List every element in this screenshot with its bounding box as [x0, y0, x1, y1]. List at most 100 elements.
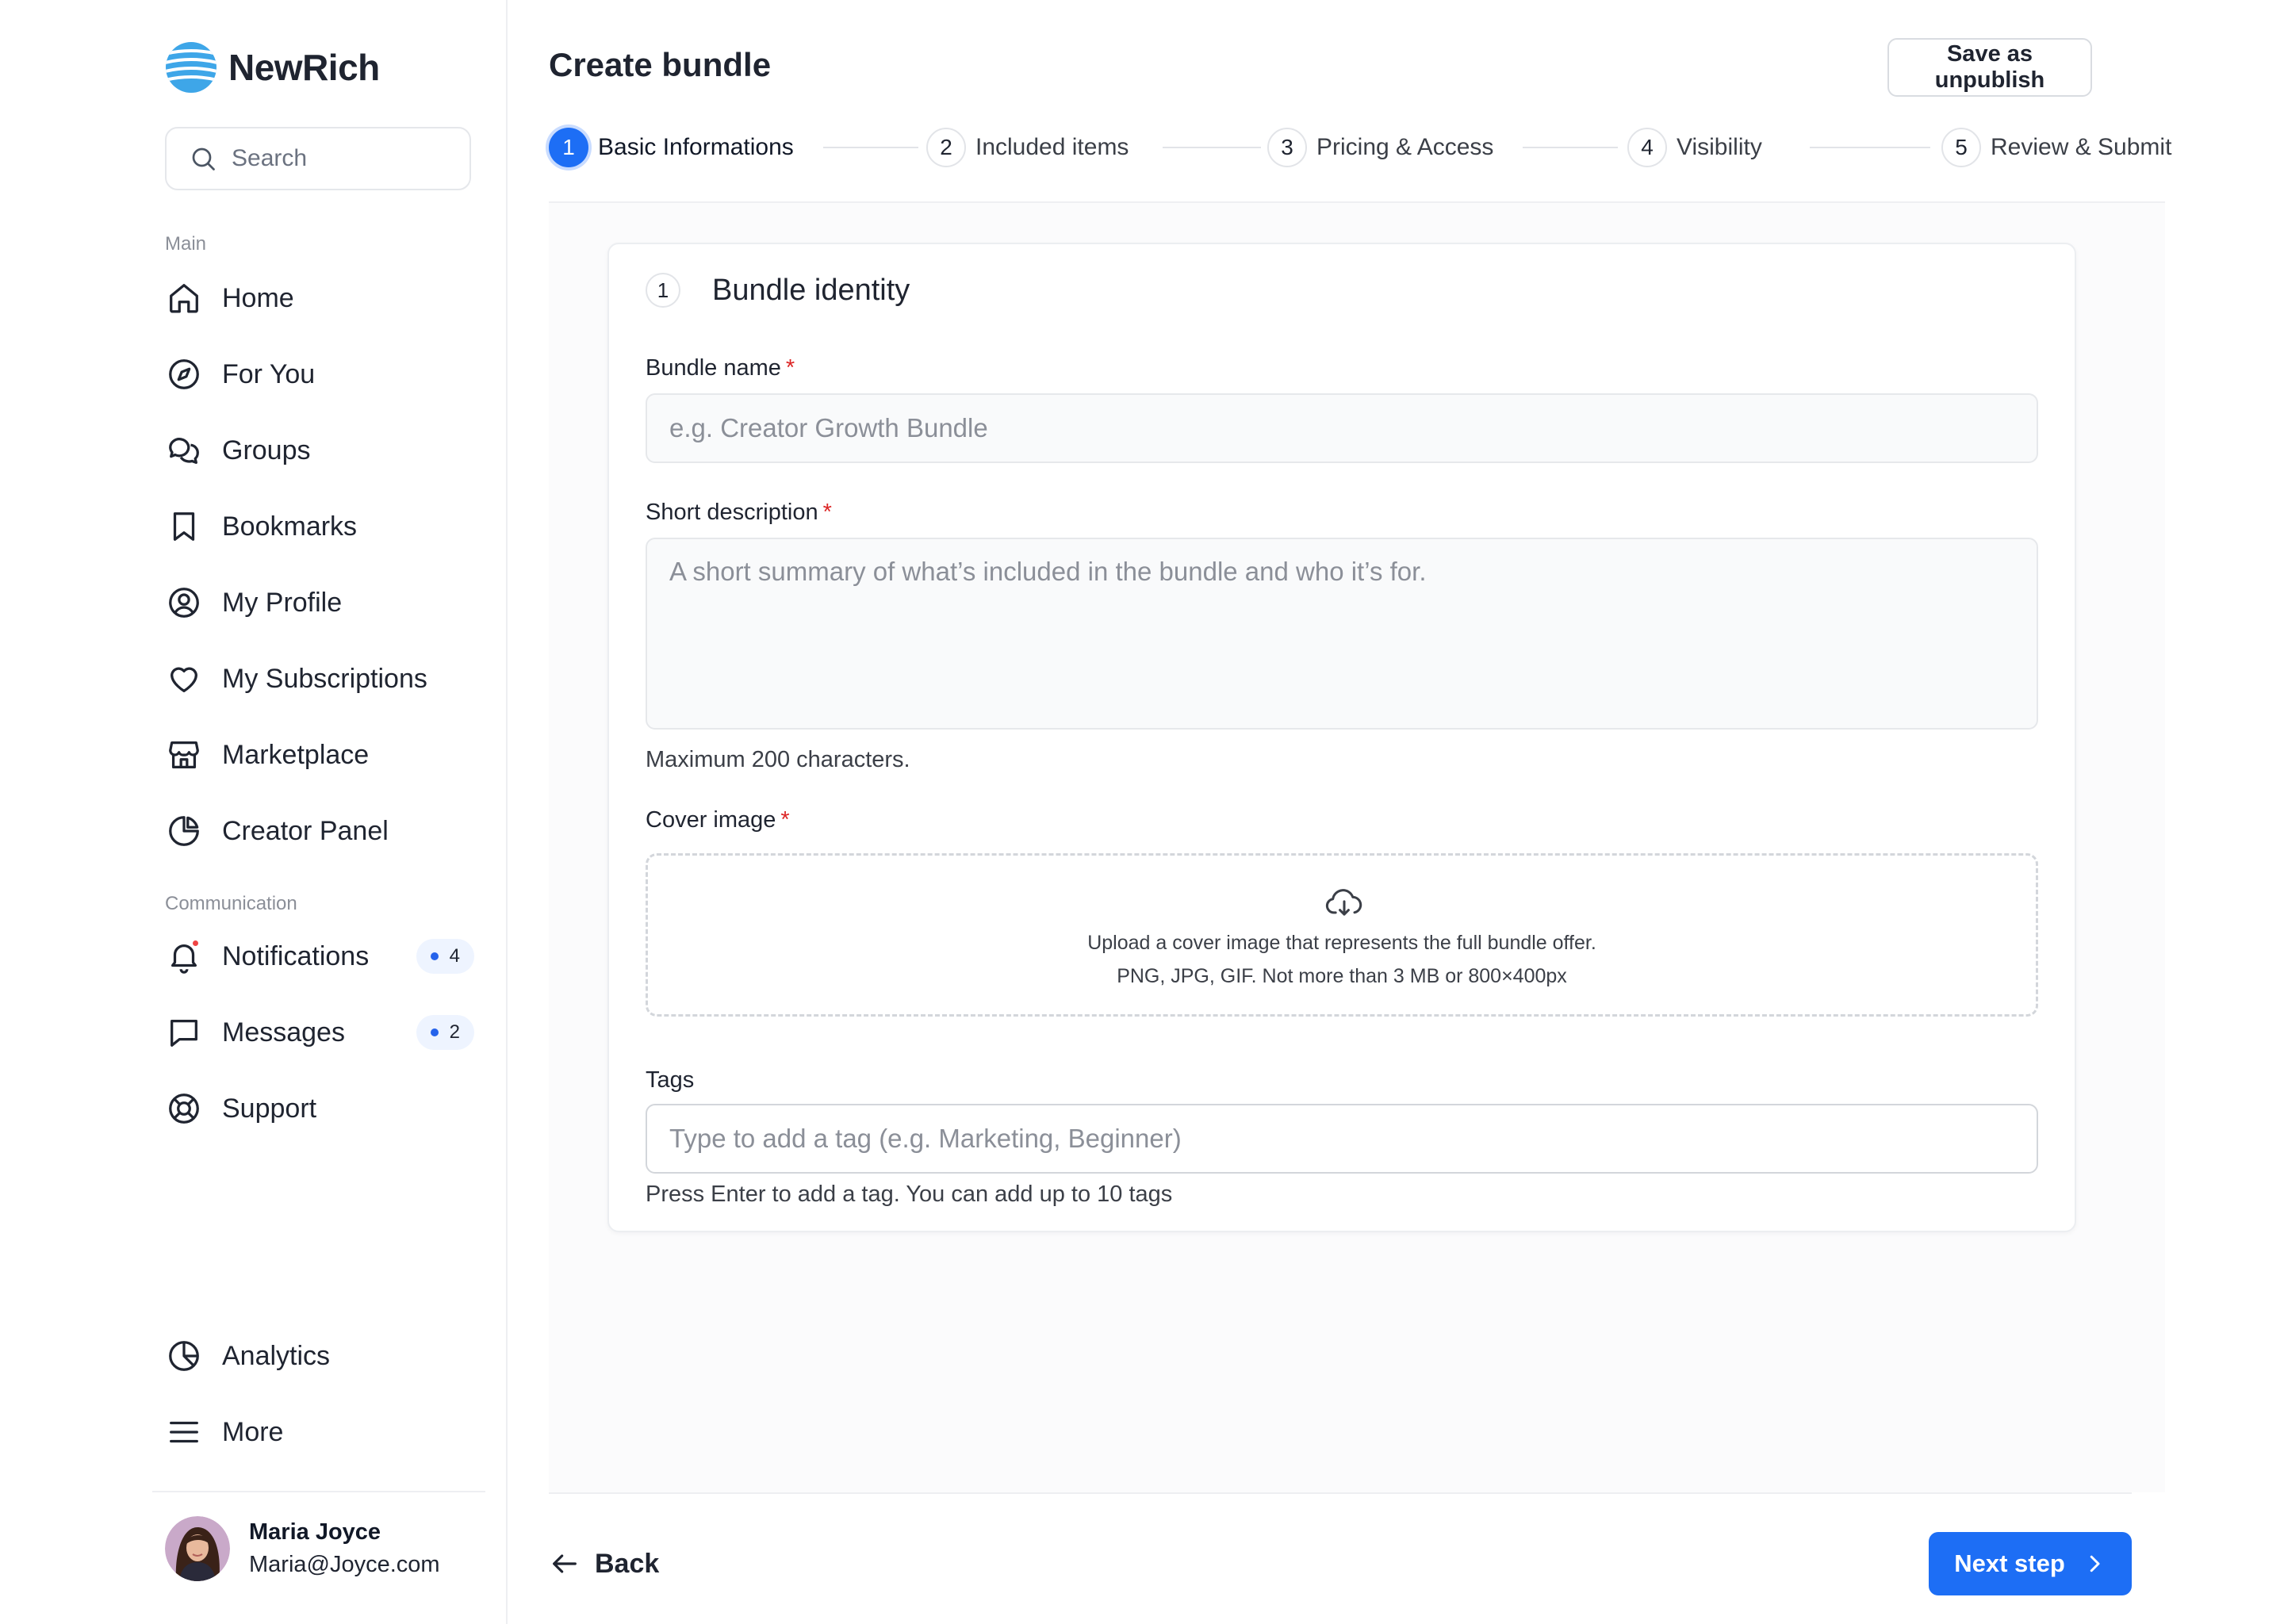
chat-bubbles-icon [165, 431, 203, 469]
step-number: 3 [1267, 128, 1307, 167]
arrow-left-icon [553, 1554, 577, 1573]
save-as-unpublish-button[interactable]: Save as unpublish [1887, 38, 2092, 97]
sidebar-item-label: For You [222, 358, 316, 389]
next-step-label: Next step [1954, 1549, 2065, 1577]
back-button-label: Back [595, 1548, 660, 1579]
sidebar: NewRich Main Home For You Groups Bookmar… [0, 0, 508, 1624]
sidebar-item-label: Support [222, 1093, 317, 1124]
step-basic-informations[interactable]: 1 Basic Informations [549, 127, 794, 168]
sidebar-item-support[interactable]: Support [165, 1085, 474, 1132]
step-label: Pricing & Access [1316, 134, 1494, 160]
user-name: Maria Joyce [249, 1519, 381, 1545]
step-label: Included items [975, 134, 1129, 160]
sidebar-item-label: Marketplace [222, 739, 370, 770]
sidebar-item-home[interactable]: Home [165, 274, 474, 322]
step-number: 5 [1941, 128, 1981, 167]
sidebar-item-my-profile[interactable]: My Profile [165, 579, 474, 626]
user-profile[interactable]: Maria Joyce Maria@Joyce.com [165, 1516, 440, 1581]
back-button[interactable]: Back [549, 1540, 659, 1588]
step-connector [1810, 147, 1930, 148]
card-title: Bundle identity [712, 273, 910, 307]
chevron-right-icon [2090, 1555, 2100, 1572]
required-mark: * [780, 807, 790, 833]
bundle-identity-card: 1 Bundle identity Bundle name* Short des… [607, 243, 2076, 1232]
message-icon [165, 1013, 203, 1051]
sidebar-item-label: My Profile [222, 587, 343, 618]
sidebar-item-groups[interactable]: Groups [165, 427, 474, 474]
badge-count: 4 [449, 945, 460, 967]
section-label-main: Main [165, 233, 207, 255]
heart-icon [165, 660, 203, 698]
sidebar-item-notifications[interactable]: Notifications 4 [165, 933, 474, 980]
sidebar-item-for-you[interactable]: For You [165, 350, 474, 398]
app-name: NewRich [228, 47, 380, 88]
form-content-area: 1 Bundle identity Bundle name* Short des… [549, 201, 2165, 1492]
stepper: 1 Basic Informations 2 Included items 3 … [549, 127, 2171, 168]
compass-icon [165, 355, 203, 393]
step-connector [1523, 147, 1618, 148]
step-label: Visibility [1677, 134, 1762, 160]
sidebar-divider [152, 1491, 485, 1492]
cover-image-label-text: Cover image [646, 807, 776, 833]
tags-label: Tags [646, 1067, 695, 1093]
short-description-label: Short description * [646, 500, 832, 526]
short-description-textarea[interactable] [646, 538, 2038, 730]
page-title: Create bundle [549, 46, 772, 83]
avatar[interactable] [165, 1516, 230, 1581]
sidebar-item-label: Home [222, 282, 294, 313]
search-input[interactable] [232, 145, 454, 172]
badge-dot [430, 952, 439, 960]
search-icon [192, 147, 215, 170]
bundle-name-label: Bundle name * [646, 355, 795, 381]
step-number: 1 [549, 128, 588, 167]
dropzone-instruction: Upload a cover image that represents the… [1087, 932, 1596, 954]
step-pricing-access[interactable]: 3 Pricing & Access [1267, 127, 1493, 168]
required-mark: * [822, 500, 832, 525]
tags-hint: Press Enter to add a tag. You can add up… [646, 1182, 1173, 1207]
notification-dot [191, 939, 200, 948]
card-step-number: 1 [646, 273, 680, 308]
section-label-communication: Communication [165, 893, 297, 914]
badge-dot [430, 1028, 439, 1036]
sidebar-item-analytics[interactable]: Analytics [165, 1332, 474, 1380]
description-hint: Maximum 200 characters. [646, 747, 910, 772]
logo-globe-icon [166, 42, 217, 93]
step-label: Basic Informations [598, 134, 794, 160]
sidebar-item-label: Notifications [222, 940, 370, 971]
sidebar-item-bookmarks[interactable]: Bookmarks [165, 503, 474, 550]
pie-chart-icon [165, 812, 203, 850]
sidebar-item-label: Groups [222, 435, 311, 465]
messages-count-badge: 2 [416, 1015, 474, 1050]
bundle-name-input[interactable] [646, 393, 2038, 463]
user-circle-icon [165, 584, 203, 622]
sidebar-item-label: My Subscriptions [222, 663, 427, 694]
search-box[interactable] [165, 127, 471, 190]
step-review-submit[interactable]: 5 Review & Submit [1941, 127, 2171, 168]
sidebar-item-label: Creator Panel [222, 815, 389, 846]
sidebar-item-creator-panel[interactable]: Creator Panel [165, 807, 474, 855]
cover-image-dropzone[interactable]: Upload a cover image that represents the… [646, 853, 2038, 1017]
bookmark-icon [165, 508, 203, 546]
step-connector [823, 147, 918, 148]
analytics-icon [165, 1337, 203, 1375]
tags-input[interactable] [646, 1104, 2038, 1174]
sidebar-item-messages[interactable]: Messages 2 [165, 1009, 474, 1056]
app-logo[interactable]: NewRich [165, 41, 380, 94]
step-included-items[interactable]: 2 Included items [926, 127, 1129, 168]
step-visibility[interactable]: 4 Visibility [1627, 127, 1762, 168]
step-number: 4 [1627, 128, 1667, 167]
user-email: Maria@Joyce.com [249, 1552, 440, 1577]
bundle-name-label-text: Bundle name [646, 355, 781, 381]
sidebar-item-label: Analytics [222, 1340, 331, 1371]
step-label: Review & Submit [1991, 134, 2172, 160]
sidebar-item-marketplace[interactable]: Marketplace [165, 731, 474, 779]
storefront-icon [165, 736, 203, 774]
footer-divider [549, 1492, 2132, 1494]
home-icon [165, 279, 203, 317]
step-connector [1163, 147, 1261, 148]
sidebar-item-more[interactable]: More [165, 1408, 474, 1456]
sidebar-item-my-subscriptions[interactable]: My Subscriptions [165, 655, 474, 703]
cover-image-label: Cover image * [646, 807, 790, 833]
badge-count: 2 [449, 1021, 460, 1043]
next-step-button[interactable]: Next step [1929, 1532, 2132, 1595]
